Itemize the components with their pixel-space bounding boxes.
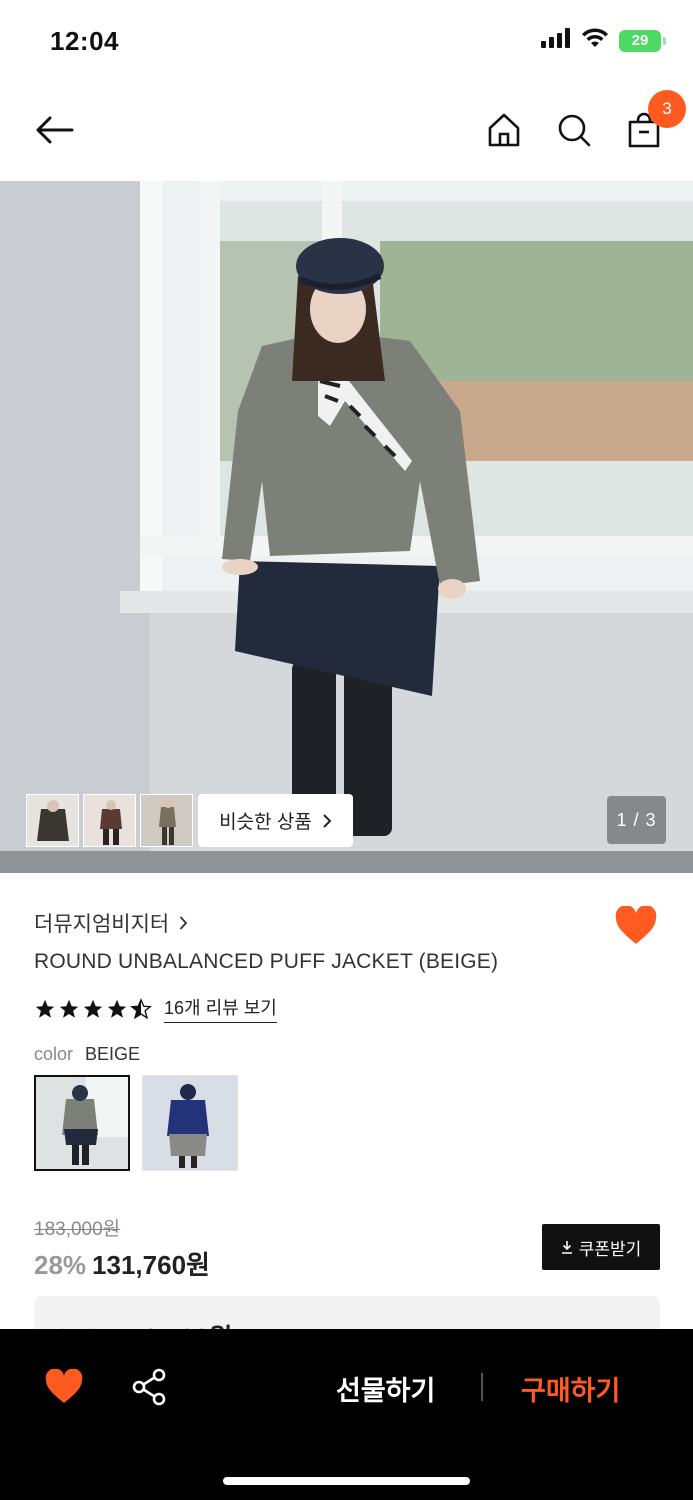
buy-button[interactable]: 구매하기 <box>521 1369 620 1408</box>
price-row: 28% 131,760원 <box>34 1245 210 1282</box>
status-icons: 29 <box>541 28 666 53</box>
color-value: BEIGE <box>85 1044 141 1064</box>
search-icon <box>558 114 591 147</box>
home-button[interactable] <box>478 104 530 156</box>
star-icon <box>107 999 127 1018</box>
review-link[interactable]: 16개 리뷰 보기 <box>164 994 277 1023</box>
color-swatch-beige[interactable] <box>34 1075 130 1171</box>
cart-count-badge: 3 <box>648 90 686 128</box>
heart-icon[interactable] <box>614 906 658 946</box>
battery-indicator: 29 <box>619 29 666 52</box>
image-thumbnails <box>26 794 193 847</box>
top-nav: 3 <box>0 84 693 180</box>
image-page-counter: 1 / 3 <box>607 796 666 844</box>
heart-icon[interactable] <box>44 1369 84 1405</box>
discount-rate: 28% <box>34 1250 87 1280</box>
thumbnail-image[interactable] <box>26 794 79 847</box>
battery-level: 29 <box>631 32 649 49</box>
color-swatches <box>34 1075 238 1171</box>
sale-price: 131,760원 <box>92 1250 210 1280</box>
search-button[interactable] <box>548 104 600 156</box>
share-icon[interactable] <box>130 1367 170 1407</box>
cart-button[interactable]: 3 <box>618 90 686 156</box>
star-icon <box>59 999 79 1018</box>
signal-icon <box>541 28 571 53</box>
similar-products-button[interactable]: 비슷한 상품 <box>198 794 353 847</box>
color-row: color BEIGE <box>34 1044 140 1065</box>
bottom-action-bar: 선물하기 구매하기 <box>0 1329 693 1500</box>
star-rating <box>34 997 152 1020</box>
divider <box>481 1373 483 1401</box>
thumbnail-image[interactable] <box>140 794 193 847</box>
star-icon <box>83 999 103 1018</box>
back-button[interactable] <box>28 104 80 156</box>
chevron-right-icon <box>323 813 332 828</box>
product-title: ROUND UNBALANCED PUFF JACKET (BEIGE) <box>34 950 499 973</box>
gift-button[interactable]: 선물하기 <box>336 1369 435 1408</box>
coupon-label: 쿠폰받기 <box>578 1239 642 1259</box>
original-price: 183,000원 <box>34 1219 121 1240</box>
similar-products-label: 비슷한 상품 <box>219 812 312 833</box>
wifi-icon <box>581 28 609 53</box>
home-indicator <box>223 1477 470 1485</box>
brand-link[interactable]: 더뮤지엄비지터 <box>34 908 188 938</box>
product-image-carousel[interactable]: 비슷한 상품 1 / 3 <box>0 181 693 873</box>
download-icon <box>561 1241 572 1254</box>
status-bar: 12:04 29 <box>0 0 693 84</box>
status-time: 12:04 <box>50 26 119 56</box>
star-icon <box>35 999 55 1018</box>
color-label: color <box>34 1044 74 1064</box>
arrow-left-icon <box>36 116 74 144</box>
star-half-icon <box>130 997 152 1019</box>
brand-name: 더뮤지엄비지터 <box>34 913 170 936</box>
color-swatch-navy[interactable] <box>142 1075 238 1171</box>
chevron-right-icon <box>180 916 188 930</box>
product-photo <box>0 181 693 873</box>
rating-row: 16개 리뷰 보기 <box>34 994 277 1023</box>
thumbnail-image[interactable] <box>83 794 136 847</box>
coupon-button[interactable]: 쿠폰받기 <box>542 1224 660 1270</box>
home-icon <box>488 113 520 147</box>
